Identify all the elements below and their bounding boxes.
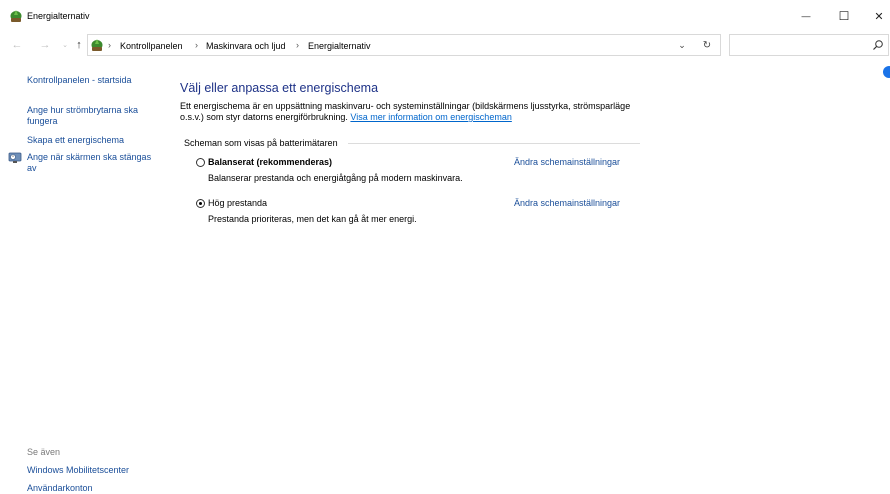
see-also-anvandarkonton[interactable]: Användarkonton xyxy=(27,483,93,494)
page-title: Välj eller anpassa ett energischema xyxy=(180,81,379,95)
monitor-clock-icon xyxy=(8,152,22,163)
back-button[interactable]: ← xyxy=(10,38,24,52)
search-input[interactable] xyxy=(729,34,889,56)
breadcrumb-kontrollpanelen[interactable]: Kontrollpanelen xyxy=(120,41,183,51)
see-also-mobilitetscenter[interactable]: Windows Mobilitetscenter xyxy=(27,465,129,476)
refresh-icon: ↻ xyxy=(702,39,712,51)
arrow-left-icon: ← xyxy=(11,39,23,51)
breadcrumb-maskinvara[interactable]: Maskinvara och ljud xyxy=(206,41,286,51)
maximize-icon: ☐ xyxy=(838,9,850,23)
plan-radio-balanserat[interactable] xyxy=(196,158,205,167)
group-divider xyxy=(348,143,640,144)
chevron-down-icon: ⌄ xyxy=(678,39,686,50)
plan-desc-balanserat: Balanserar prestanda och energiåtgång på… xyxy=(208,173,463,183)
breadcrumb-separator: › xyxy=(195,40,198,50)
recent-locations-button[interactable]: ⌄ xyxy=(58,38,72,52)
maximize-button[interactable]: ☐ xyxy=(827,0,861,32)
sidebar-item-startsida[interactable]: Kontrollpanelen - startsida xyxy=(27,75,132,86)
close-button[interactable]: ✕ xyxy=(862,0,890,32)
plan-name-balanserat[interactable]: Balanserat (rekommenderas) xyxy=(208,157,332,167)
title-bar: Energialternativ — ☐ ✕ xyxy=(0,0,890,32)
search-icon xyxy=(873,40,883,50)
forward-button[interactable]: → xyxy=(38,38,52,52)
change-plan-settings-link[interactable]: Ändra schemainställningar xyxy=(514,157,620,167)
arrow-up-icon: ↑ xyxy=(76,39,82,51)
minimize-button[interactable]: — xyxy=(789,0,823,32)
more-info-link[interactable]: Visa mer information om energischeman xyxy=(350,112,511,122)
plan-radio-hog-prestanda[interactable] xyxy=(196,199,205,208)
close-icon: ✕ xyxy=(874,10,884,23)
address-dropdown-button[interactable]: ⌄ xyxy=(676,38,688,52)
page-description: Ett energischema är en uppsättning maski… xyxy=(180,101,640,123)
help-icon[interactable] xyxy=(883,66,890,78)
control-panel-icon xyxy=(91,39,103,51)
arrow-right-icon: → xyxy=(39,39,51,51)
refresh-button[interactable]: ↻ xyxy=(700,38,714,52)
minimize-icon: — xyxy=(801,11,811,21)
breadcrumb-energialternativ[interactable]: Energialternativ xyxy=(308,41,371,51)
sidebar-item-skapa-schema[interactable]: Skapa ett energischema xyxy=(27,135,124,146)
power-options-icon xyxy=(10,10,22,22)
see-also-label: Se även xyxy=(27,447,61,457)
group-label: Scheman som visas på batterimätaren xyxy=(184,138,338,148)
up-button[interactable]: ↑ xyxy=(72,38,86,52)
sidebar-item-stromknappar[interactable]: Ange hur strömbrytarna ska fungera xyxy=(27,105,152,127)
change-plan-settings-link[interactable]: Ändra schemainställningar xyxy=(514,198,620,208)
sidebar-item-skarm-av[interactable]: Ange när skärmen ska stängas av xyxy=(27,152,162,174)
window-title: Energialternativ xyxy=(27,11,90,21)
breadcrumb-separator: › xyxy=(296,40,299,50)
plan-name-hog-prestanda[interactable]: Hög prestanda xyxy=(208,198,267,208)
breadcrumb-separator: › xyxy=(108,40,111,50)
plan-desc-hog-prestanda: Prestanda prioriteras, men det kan gå åt… xyxy=(208,214,417,224)
chevron-down-icon: ⌄ xyxy=(62,42,68,49)
